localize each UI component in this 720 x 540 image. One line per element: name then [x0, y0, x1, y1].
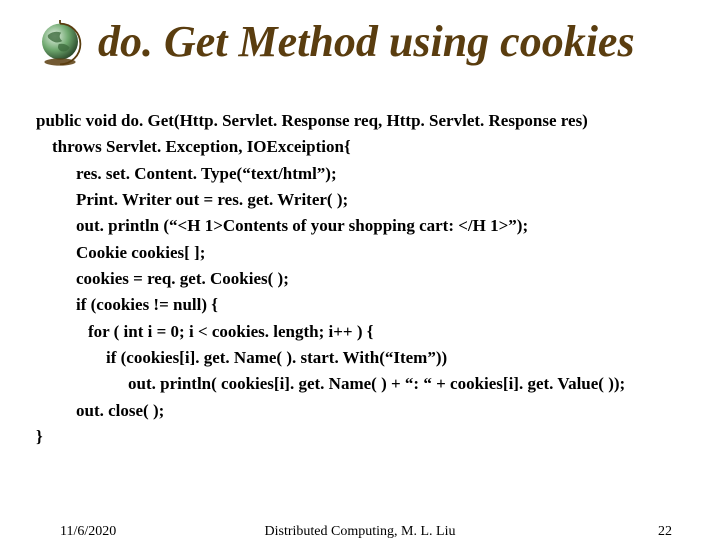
code-block: public void do. Get(Http. Servlet. Respo… — [36, 108, 700, 450]
code-line: } — [36, 424, 700, 450]
code-line: public void do. Get(Http. Servlet. Respo… — [36, 108, 700, 134]
globe-icon — [30, 14, 90, 74]
code-line: Cookie cookies[ ]; — [76, 240, 700, 266]
code-line: if (cookies[i]. get. Name( ). start. Wit… — [106, 345, 700, 371]
code-line: Print. Writer out = res. get. Writer( ); — [76, 187, 700, 213]
code-line: out. close( ); — [76, 398, 700, 424]
title-row: do. Get Method using cookies — [0, 0, 720, 98]
code-line: res. set. Content. Type(“text/html”); — [76, 161, 700, 187]
footer-center: Distributed Computing, M. L. Liu — [0, 524, 720, 540]
footer-page-number: 22 — [658, 524, 672, 540]
code-line: throws Servlet. Exception, IOExceiption{ — [52, 134, 700, 160]
code-line: out. println (“<H 1>Contents of your sho… — [76, 213, 700, 239]
code-line: cookies = req. get. Cookies( ); — [76, 266, 700, 292]
code-line: for ( int i = 0; i < cookies. length; i+… — [88, 319, 700, 345]
code-line: out. println( cookies[i]. get. Name( ) +… — [128, 371, 700, 397]
slide: do. Get Method using cookies public void… — [0, 0, 720, 540]
slide-title: do. Get Method using cookies — [98, 16, 635, 67]
code-line: if (cookies != null) { — [76, 292, 700, 318]
